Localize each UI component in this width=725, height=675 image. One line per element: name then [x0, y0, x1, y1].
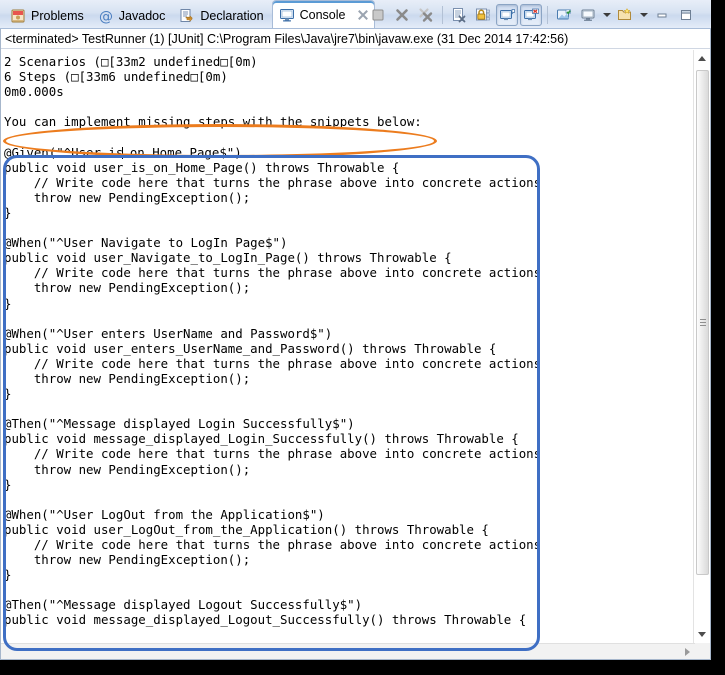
show-console-error-icon[interactable] — [520, 3, 542, 26]
console-line: throw new PendingException(); — [4, 189, 251, 205]
console-line: public void message_displayed_Login_Succ… — [4, 431, 519, 447]
horizontal-scrollbar[interactable] — [1, 643, 710, 659]
remove-all-launches-x-icon[interactable] — [415, 4, 437, 26]
console-line: } — [4, 204, 12, 220]
toolbar-separator-2 — [547, 5, 548, 24]
console-line: throw new PendingException(); — [4, 552, 251, 568]
console-line: 0m0.000s — [4, 84, 64, 100]
toolbar-separator — [442, 5, 443, 24]
console-line: @Given("^User is on Home Page$") — [4, 144, 242, 160]
chevron-down-icon[interactable] — [601, 4, 612, 26]
tab-console-label: Console — [299, 7, 346, 22]
console-status-line: <terminated> TestRunner (1) [JUnit] C:\P… — [1, 29, 710, 49]
console-line: @When("^User Navigate to LogIn Page$") — [4, 235, 288, 251]
console-line: You can implement missing steps with the… — [4, 114, 422, 130]
tab-list: Problems @ Javadoc Declaration Console — [0, 0, 376, 28]
view-tab-bar: Problems @ Javadoc Declaration Console — [0, 0, 711, 29]
stop-square-icon[interactable] — [367, 4, 389, 26]
scrollbar-grip-icon — [700, 318, 706, 327]
declaration-icon — [179, 8, 195, 24]
console-line: } — [4, 567, 12, 583]
console-line: } — [4, 476, 12, 492]
console-line: public void user_is_on_Home_Page() throw… — [4, 159, 400, 175]
console-line: public void user_Navigate_to_LogIn_Page(… — [4, 250, 452, 266]
console-line: } — [4, 386, 12, 402]
console-line: // Write code here that turns the phrase… — [4, 355, 542, 371]
console-icon — [279, 7, 295, 23]
chevron-down-icon-2[interactable] — [638, 4, 649, 26]
console-line: // Write code here that turns the phrase… — [4, 537, 542, 552]
open-console-icon[interactable] — [614, 4, 636, 26]
remove-launch-x-icon[interactable] — [391, 4, 413, 26]
console-output-text[interactable]: 2 Scenarios (□[33m2 undefined□[0m) 6 Step… — [1, 50, 693, 643]
console-line: // Write code here that turns the phrase… — [4, 265, 542, 281]
console-line: } — [4, 295, 12, 311]
vertical-scrollbar[interactable] — [693, 50, 710, 643]
scroll-down-icon[interactable] — [694, 626, 710, 643]
console-toolbar — [367, 1, 697, 28]
scrollbar-corner — [695, 643, 710, 659]
pin-console-icon[interactable] — [553, 4, 575, 26]
console-line: throw new PendingException(); — [4, 461, 251, 477]
console-line: public void user_LogOut_from_the_Applica… — [4, 521, 489, 537]
tab-problems[interactable]: Problems — [4, 4, 92, 28]
console-line: @When("^User LogOut from the Application… — [4, 506, 325, 522]
problems-icon — [10, 8, 26, 24]
maximize-icon[interactable] — [675, 4, 697, 26]
console-line: @When("^User enters UserName and Passwor… — [4, 325, 333, 341]
tab-javadoc[interactable]: @ Javadoc — [92, 4, 174, 28]
scroll-right-icon[interactable] — [679, 644, 695, 659]
svg-text:@: @ — [99, 9, 113, 24]
vertical-scrollbar-thumb[interactable] — [696, 70, 709, 575]
console-line: // Write code here that turns the phrase… — [4, 174, 542, 190]
tab-declaration[interactable]: Declaration — [173, 4, 271, 28]
scroll-up-icon[interactable] — [694, 50, 710, 67]
tab-console[interactable]: Console — [271, 0, 376, 28]
console-line: @Then("^Message displayed Logout Success… — [4, 597, 363, 613]
javadoc-at-icon: @ — [98, 8, 114, 25]
console-line: public void user_enters_UserName_and_Pas… — [4, 340, 497, 356]
console-panel: <terminated> TestRunner (1) [JUnit] C:\P… — [0, 29, 711, 660]
tab-problems-label: Problems — [31, 9, 84, 23]
tab-javadoc-label: Javadoc — [118, 9, 166, 23]
console-line: public void message_displayed_Logout_Suc… — [4, 612, 527, 628]
scroll-lock-padlock-icon[interactable] — [472, 4, 494, 26]
console-line: throw new PendingException(); — [4, 370, 251, 386]
console-line: @Then("^Message displayed Login Successf… — [4, 416, 355, 432]
console-line: 6 Steps (□[33m6 undefined□[0m) — [4, 69, 228, 85]
eclipse-console-view: Problems @ Javadoc Declaration Console <… — [0, 0, 725, 675]
minimize-icon[interactable] — [651, 4, 673, 26]
console-line: // Write code here that turns the phrase… — [4, 446, 542, 462]
text-caret — [122, 146, 124, 159]
clear-console-icon[interactable] — [448, 4, 470, 26]
tab-declaration-label: Declaration — [200, 9, 264, 23]
display-selected-console-icon[interactable] — [577, 4, 599, 26]
console-line: throw new PendingException(); — [4, 280, 251, 296]
show-console-output-icon[interactable] — [496, 3, 518, 26]
console-line: 2 Scenarios (□[33m2 undefined□[0m) — [4, 54, 258, 69]
